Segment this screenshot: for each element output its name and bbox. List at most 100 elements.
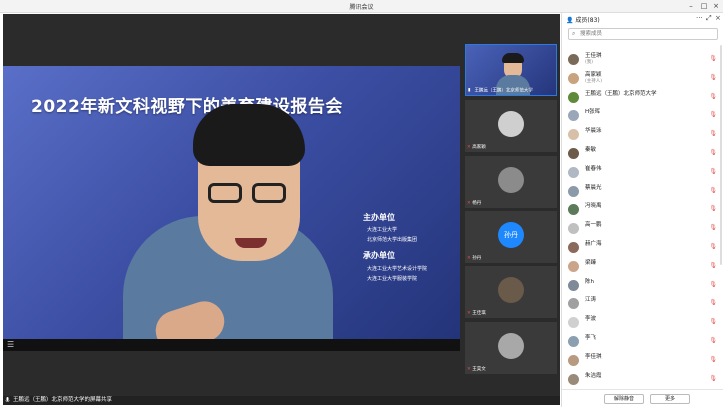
members-title: 👤 成员(83) — [566, 15, 600, 24]
screen-share-label: 王鹏远（王鹏）北京师范大学的屏幕共享 — [13, 397, 113, 403]
avatar — [568, 204, 579, 216]
mic-muted-icon: ✕ — [467, 201, 471, 206]
thumbnail-name: 王鹏远（王鹏）北京师范大学 — [474, 88, 533, 93]
unmute-all-button[interactable]: 解除静音 — [604, 394, 644, 404]
member-row[interactable]: H张晖 🎙 — [566, 107, 720, 125]
search-icon: ⌕ — [572, 30, 576, 37]
avatar — [568, 129, 579, 141]
thumbnail-name: 王佳琪 — [472, 311, 486, 316]
member-role: (主持人) — [585, 78, 603, 84]
avatar — [568, 260, 579, 272]
more-button[interactable]: 更多 — [650, 394, 690, 404]
thumbnail[interactable]: ✕ 王佳琪 — [465, 266, 557, 318]
mic-muted-icon[interactable]: 🎙 — [709, 130, 717, 137]
window-title: 腾讯会议 — [349, 4, 374, 11]
mic-muted-icon[interactable]: 🎙 — [709, 205, 717, 212]
member-row[interactable]: 崔春伟 🎙 — [566, 164, 720, 182]
member-row[interactable]: 华晨泳 🎙 — [566, 126, 720, 144]
thumbnail[interactable]: ✕ 杨丹 — [465, 156, 557, 208]
thumbnail-name: 杨丹 — [472, 201, 482, 206]
avatar — [568, 317, 579, 329]
co-organizer-label: 承办单位 — [363, 251, 395, 260]
mic-muted-icon[interactable]: 🎙 — [709, 187, 717, 194]
maximize-button[interactable]: □ — [699, 1, 709, 11]
mic-muted-icon[interactable]: 🎙 — [709, 299, 717, 306]
minimize-button[interactable]: – — [686, 1, 696, 11]
members-count: 成员(83) — [575, 17, 600, 24]
thumbnail-name: 王昊文 — [472, 367, 486, 372]
thumbnail-label: ✕ 王昊文 — [467, 366, 486, 373]
thumbnail[interactable]: 孙丹 ✕ 孙丹 — [465, 211, 557, 263]
member-search[interactable]: ⌕ — [568, 28, 718, 40]
member-name: 李佳琪 — [585, 353, 602, 360]
close-button[interactable]: × — [711, 1, 721, 11]
member-row[interactable]: 朱洁霞 🎙 — [566, 371, 720, 389]
mic-muted-icon[interactable]: 🎙 — [709, 262, 717, 269]
member-row[interactable]: 王鹏远（王鹏）北京师范大学 🎙 — [566, 89, 720, 107]
thumbnail-label: ✕ 王佳琪 — [467, 310, 486, 317]
search-input[interactable] — [580, 29, 714, 39]
title-bar: 腾讯会议 – □ × — [0, 0, 723, 13]
organizer-1: 大连工业大学 — [367, 227, 398, 233]
mic-muted-icon[interactable]: 🎙 — [709, 356, 717, 363]
close-panel-button[interactable]: × — [715, 14, 721, 22]
scrollbar[interactable] — [720, 45, 722, 265]
mic-muted-icon[interactable]: 🎙 — [709, 337, 717, 344]
mic-muted-icon: ✕ — [467, 367, 471, 372]
mic-muted-icon[interactable]: 🎙 — [709, 93, 717, 100]
list-icon[interactable]: ☰ — [7, 340, 14, 349]
avatar — [498, 333, 524, 359]
member-name: 华晨泳 — [585, 128, 602, 135]
avatar — [568, 91, 579, 103]
avatar — [568, 72, 579, 84]
mic-muted-icon[interactable]: 🎙 — [709, 318, 717, 325]
speaker-glasses — [208, 183, 290, 205]
more-options-button[interactable]: ··· — [696, 14, 703, 22]
mic-muted-icon[interactable]: 🎙 — [709, 224, 717, 231]
member-row[interactable]: 李飞 🎙 — [566, 333, 720, 351]
thumbnail[interactable]: ✕ 王昊文 — [465, 322, 557, 374]
member-name: 王佳琪 — [585, 53, 602, 59]
panel-footer: 解除静音 更多 — [562, 389, 723, 407]
member-name: 朱洁霞 — [585, 372, 602, 379]
mic-muted-icon[interactable]: 🎙 — [709, 168, 717, 175]
mic-muted-icon[interactable]: 🎙 — [709, 281, 717, 288]
mic-icon — [5, 397, 10, 403]
member-name: 王鹏远（王鹏）北京师范大学 — [585, 90, 657, 97]
member-row[interactable]: 秦敏 🎙 — [566, 145, 720, 163]
member-row[interactable]: 蔡晨光 🎙 — [566, 183, 720, 201]
member-row[interactable]: 江涛 🎙 — [566, 295, 720, 313]
member-row[interactable]: 梁臻 🎙 — [566, 258, 720, 276]
mic-icon: ▮ — [468, 87, 471, 93]
organizer-2: 北京师范大学出版集团 — [367, 237, 418, 243]
thumbnail-hair — [502, 53, 524, 63]
avatar — [568, 298, 579, 310]
member-row[interactable]: 赫广海 🎙 — [566, 239, 720, 257]
member-name: 江涛 — [585, 297, 597, 304]
main-video[interactable]: 2022年新文科视野下的美育建设报告会 主办单位 大连工业大学 北京师范大学出版… — [3, 66, 460, 339]
mic-muted-icon[interactable]: 🎙 — [709, 55, 717, 62]
expand-panel-button[interactable]: ⤢ — [706, 14, 712, 23]
member-row[interactable]: 王佳琪 (我) 🎙 — [566, 51, 720, 69]
avatar — [568, 223, 579, 235]
member-row[interactable]: 李佳琪 🎙 — [566, 352, 720, 370]
member-row[interactable]: 冯晓禹 🎙 — [566, 201, 720, 219]
member-name: 高家颖 — [585, 71, 602, 78]
member-name: 陈h — [585, 278, 594, 285]
member-name: 冯晓禹 — [585, 203, 602, 210]
member-row[interactable]: 高一鹏 🎙 — [566, 220, 720, 238]
mic-muted-icon[interactable]: 🎙 — [709, 111, 717, 118]
mic-muted-icon[interactable]: 🎙 — [709, 149, 717, 156]
people-icon: 👤 — [566, 17, 574, 24]
member-row[interactable]: 陈h 🎙 — [566, 277, 720, 295]
thumbnail-label: ✕ 高家颖 — [467, 144, 486, 151]
mic-muted-icon[interactable]: 🎙 — [709, 243, 717, 250]
avatar — [568, 110, 579, 122]
member-name: 秦敏 — [585, 147, 597, 153]
thumbnail-active[interactable]: ▮ 王鹏远（王鹏）北京师范大学 — [465, 44, 557, 96]
thumbnail[interactable]: ✕ 高家颖 — [465, 100, 557, 152]
mic-muted-icon[interactable]: 🎙 — [709, 375, 717, 382]
member-row[interactable]: 李波 🎙 — [566, 314, 720, 332]
mic-muted-icon[interactable]: 🎙 — [709, 74, 717, 81]
member-row[interactable]: 高家颖 (主持人) 🎙 — [566, 70, 720, 88]
